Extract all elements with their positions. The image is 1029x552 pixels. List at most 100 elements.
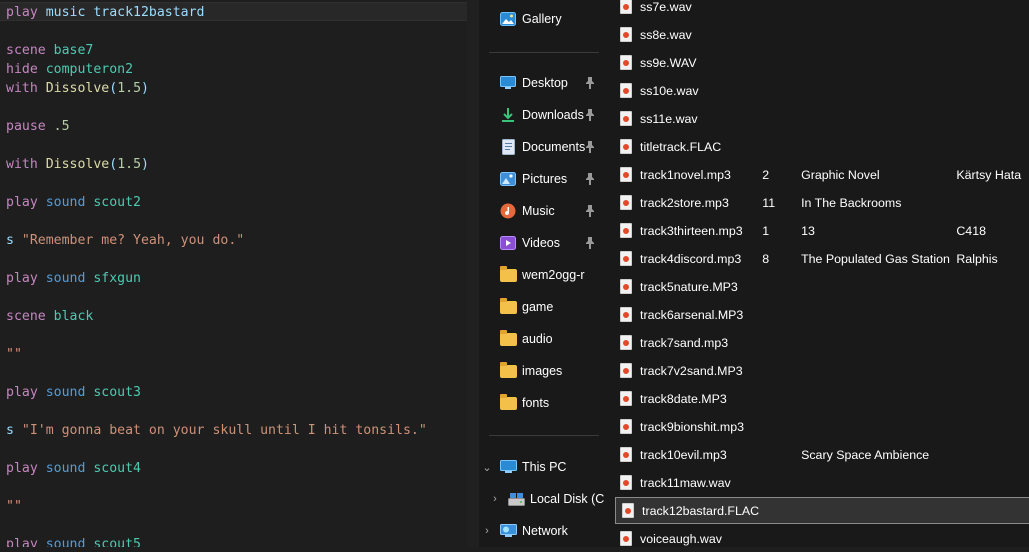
code-line[interactable]: s "I'm gonna beat on your skull until I … (6, 421, 427, 440)
code-token: computeron2 (37, 62, 134, 77)
code-token: play (6, 461, 38, 476)
code-line[interactable]: with Dissolve(1.5) (6, 155, 149, 174)
file-row[interactable]: ss7e.wav (614, 0, 1029, 20)
code-token: 1.5 (117, 157, 142, 172)
nav-item-audio[interactable]: audio (479, 325, 601, 353)
audio-file-icon (620, 418, 634, 435)
code-line[interactable]: pause .5 (6, 117, 70, 136)
file-row[interactable]: ss8e.wav (614, 21, 1029, 48)
file-row[interactable]: voiceaugh.wav (614, 525, 1029, 552)
code-token: ( (109, 157, 118, 172)
nav-item-label: Gallery (522, 12, 562, 26)
code-line[interactable]: play sound sfxgun (6, 269, 141, 288)
file-row[interactable]: track4discord.mp3 8 The Populated Gas Stat… (614, 245, 1029, 272)
code-token: s (6, 423, 22, 438)
nav-item-pictures[interactable]: Pictures (479, 165, 601, 193)
code-line[interactable]: "" (6, 497, 22, 516)
audio-file-icon (620, 278, 634, 295)
pin-icon (585, 77, 595, 89)
file-row[interactable]: track5nature.MP3 (614, 273, 1029, 300)
file-row[interactable]: track7sand.mp3 (614, 329, 1029, 356)
audio-file-icon (620, 54, 634, 71)
contributing-artist: Kärtsy Hata (956, 167, 1022, 182)
file-row[interactable]: track10evil.mp3 Scary Space Ambience (614, 441, 1029, 468)
audio-file-icon (620, 110, 634, 127)
audio-file-icon (620, 194, 634, 211)
file-row[interactable]: track11maw.wav (614, 469, 1029, 496)
code-token: black (45, 309, 94, 324)
nav-item-videos[interactable]: Videos (479, 229, 601, 257)
code-line[interactable]: hide computeron2 (6, 60, 133, 79)
code-token: play (6, 385, 38, 400)
file-list: ss7e.wav ss8e.wav ss9e.WAV ss10e.wav ss11e.w… (600, 0, 1029, 547)
track-number: 1 (762, 223, 770, 238)
code-line[interactable]: play sound scout4 (6, 459, 141, 478)
pin-icon (585, 109, 595, 121)
file-row-selected[interactable]: track12bastard.FLAC (615, 497, 1029, 524)
file-name: track8date.MP3 (640, 391, 727, 406)
file-row[interactable]: track1novel.mp3 2 Graphic Novel Kärtsy Hata (614, 161, 1029, 188)
chevron-right-icon[interactable]: › (487, 493, 503, 505)
nav-item-game[interactable]: game (479, 293, 601, 321)
audio-file-icon (620, 362, 634, 379)
file-row[interactable]: track3thirteen.mp3 1 13 C418 (614, 217, 1029, 244)
code-line[interactable]: s "Remember me? Yeah, you do." (6, 231, 244, 250)
code-line[interactable]: scene base7 (6, 41, 93, 60)
code-token: s (6, 233, 22, 248)
file-row[interactable]: track8date.MP3 (614, 385, 1029, 412)
audio-file-icon (620, 0, 634, 15)
audio-file-icon (622, 502, 636, 519)
nav-item-music[interactable]: Music (479, 197, 601, 225)
file-row[interactable]: ss11e.wav (614, 105, 1029, 132)
nav-item-this-pc[interactable]: ⌄ This PC (479, 453, 609, 481)
file-row[interactable]: track2store.mp3 11 In The Backrooms (614, 189, 1029, 216)
audio-file-icon (620, 334, 634, 351)
documents-icon (499, 138, 517, 156)
code-line[interactable]: play sound scout3 (6, 383, 141, 402)
code-line[interactable]: "" (6, 345, 22, 364)
audio-file-icon (620, 446, 634, 463)
code-editor[interactable]: play music track12bastard scene base7 hide… (0, 0, 467, 547)
nav-item-documents[interactable]: Documents (479, 133, 601, 161)
code-token: play (6, 271, 38, 286)
file-name: track4discord.mp3 (640, 251, 742, 266)
code-line[interactable]: with Dissolve(1.5) (6, 79, 149, 98)
file-name: track10evil.mp3 (640, 447, 727, 462)
file-row[interactable]: titletrack.FLAC (614, 133, 1029, 160)
nav-item-fonts[interactable]: fonts (479, 389, 601, 417)
audio-file-icon (620, 306, 634, 323)
nav-item-downloads[interactable]: Downloads (479, 101, 601, 129)
code-token: scout5 (85, 537, 141, 547)
code-token: 1.5 (117, 81, 142, 96)
audio-file-icon (620, 26, 634, 43)
network-icon (499, 522, 517, 540)
track-title: The Populated Gas Station (801, 251, 950, 266)
code-token: Dissolve (37, 157, 110, 172)
code-line[interactable]: play sound scout5 (6, 535, 141, 547)
nav-item-local-disk[interactable]: › Local Disk (C (479, 485, 609, 513)
contributing-artist: Ralphis (956, 251, 998, 266)
chevron-right-icon[interactable]: › (479, 525, 495, 537)
file-row[interactable]: ss9e.WAV (614, 49, 1029, 76)
file-row[interactable]: ss10e.wav (614, 77, 1029, 104)
explorer-left-edge (467, 0, 479, 547)
nav-item-network[interactable]: › Network (479, 517, 609, 545)
nav-item-wem2ogg-r[interactable]: wem2ogg-r (479, 261, 601, 289)
code-line[interactable]: play sound scout2 (6, 193, 141, 212)
current-code-line[interactable]: play music track12bastard (0, 2, 467, 21)
nav-item-label: This PC (522, 460, 567, 474)
music-icon (499, 202, 517, 220)
code-token: with (6, 81, 38, 96)
pictures-icon (499, 170, 517, 188)
code-line[interactable]: scene black (6, 307, 93, 326)
nav-item-gallery[interactable]: Gallery (479, 5, 601, 33)
file-row[interactable]: track6arsenal.MP3 (614, 301, 1029, 328)
code-token: sound (37, 537, 86, 547)
file-row[interactable]: track9bionshit.mp3 (614, 413, 1029, 440)
file-row[interactable]: track7v2sand.MP3 (614, 357, 1029, 384)
nav-item-desktop[interactable]: Desktop (479, 69, 601, 97)
file-name: track7sand.mp3 (640, 335, 729, 350)
code-token: with (6, 157, 38, 172)
nav-item-images[interactable]: images (479, 357, 601, 385)
chevron-down-icon[interactable]: ⌄ (479, 461, 495, 474)
